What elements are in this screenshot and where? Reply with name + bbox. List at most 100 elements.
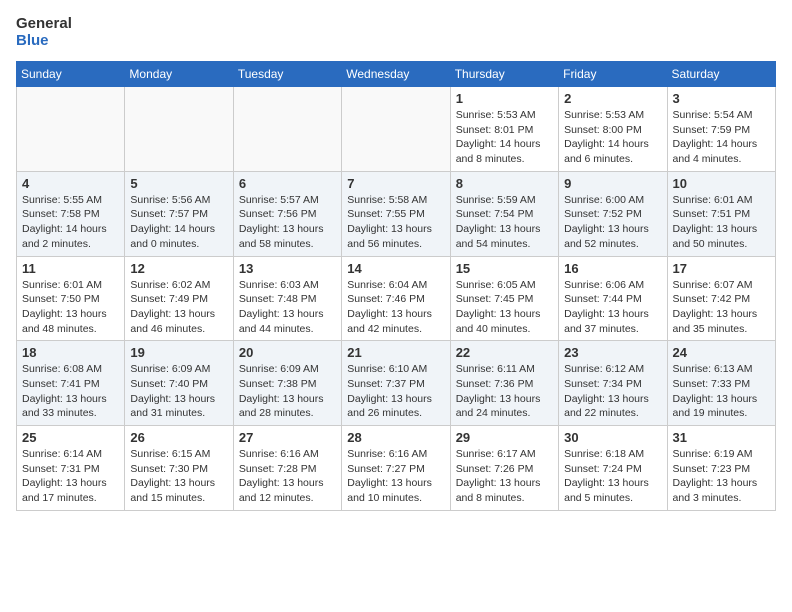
day-number: 27 xyxy=(239,430,336,445)
weekday-header-row: SundayMondayTuesdayWednesdayThursdayFrid… xyxy=(17,62,776,87)
calendar-day-29: 29 Sunrise: 6:17 AM Sunset: 7:26 PM Dayli… xyxy=(450,426,558,511)
day-info: Sunrise: 5:54 AM Sunset: 7:59 PM Dayligh… xyxy=(673,108,770,167)
logo-general: General xyxy=(16,16,72,33)
day-number: 13 xyxy=(239,261,336,276)
day-number: 30 xyxy=(564,430,661,445)
day-number: 8 xyxy=(456,176,553,191)
calendar-week-5: 25 Sunrise: 6:14 AM Sunset: 7:31 PM Dayli… xyxy=(17,426,776,511)
day-info: Sunrise: 5:56 AM Sunset: 7:57 PM Dayligh… xyxy=(130,193,227,252)
calendar-day-24: 24Sunrise: 6:13 AM Sunset: 7:33 PM Dayli… xyxy=(667,341,775,426)
calendar-day-25: 25 Sunrise: 6:14 AM Sunset: 7:31 PM Dayli… xyxy=(17,426,125,511)
calendar-day-11: 11 Sunrise: 6:01 AM Sunset: 7:50 PM Dayli… xyxy=(17,256,125,341)
day-info: Sunrise: 6:19 AM Sunset: 7:23 PM Dayligh… xyxy=(673,447,770,506)
day-number: 21 xyxy=(347,345,444,360)
calendar-day-9: 9 Sunrise: 6:00 AM Sunset: 7:52 PM Daylig… xyxy=(559,171,667,256)
day-info: Sunrise: 6:15 AM Sunset: 7:30 PM Dayligh… xyxy=(130,447,227,506)
day-info: Sunrise: 6:00 AM Sunset: 7:52 PM Dayligh… xyxy=(564,193,661,252)
day-info: Sunrise: 5:53 AM Sunset: 8:01 PM Dayligh… xyxy=(456,108,553,167)
day-info: Sunrise: 6:13 AM Sunset: 7:33 PM Dayligh… xyxy=(673,362,770,421)
day-number: 1 xyxy=(456,91,553,106)
calendar-day-19: 19 Sunrise: 6:09 AM Sunset: 7:40 PM Dayli… xyxy=(125,341,233,426)
calendar-day-16: 16Sunrise: 6:06 AM Sunset: 7:44 PM Dayli… xyxy=(559,256,667,341)
calendar-empty xyxy=(125,87,233,172)
day-info: Sunrise: 6:01 AM Sunset: 7:50 PM Dayligh… xyxy=(22,278,119,337)
calendar-empty xyxy=(233,87,341,172)
day-number: 7 xyxy=(347,176,444,191)
day-number: 18 xyxy=(22,345,119,360)
logo-blue: Blue xyxy=(16,33,72,50)
day-info: Sunrise: 6:14 AM Sunset: 7:31 PM Dayligh… xyxy=(22,447,119,506)
calendar-day-31: 31 Sunrise: 6:19 AM Sunset: 7:23 PM Dayli… xyxy=(667,426,775,511)
day-info: Sunrise: 6:16 AM Sunset: 7:27 PM Dayligh… xyxy=(347,447,444,506)
calendar-day-1: 1 Sunrise: 5:53 AM Sunset: 8:01 PM Daylig… xyxy=(450,87,558,172)
day-info: Sunrise: 6:16 AM Sunset: 7:28 PM Dayligh… xyxy=(239,447,336,506)
calendar-day-6: 6 Sunrise: 5:57 AM Sunset: 7:56 PM Daylig… xyxy=(233,171,341,256)
day-number: 31 xyxy=(673,430,770,445)
weekday-header-friday: Friday xyxy=(559,62,667,87)
day-number: 12 xyxy=(130,261,227,276)
day-info: Sunrise: 6:01 AM Sunset: 7:51 PM Dayligh… xyxy=(673,193,770,252)
day-info: Sunrise: 6:10 AM Sunset: 7:37 PM Dayligh… xyxy=(347,362,444,421)
day-number: 28 xyxy=(347,430,444,445)
calendar-day-7: 7 Sunrise: 5:58 AM Sunset: 7:55 PM Daylig… xyxy=(342,171,450,256)
weekday-header-tuesday: Tuesday xyxy=(233,62,341,87)
day-number: 2 xyxy=(564,91,661,106)
calendar-day-27: 27 Sunrise: 6:16 AM Sunset: 7:28 PM Dayli… xyxy=(233,426,341,511)
weekday-header-monday: Monday xyxy=(125,62,233,87)
day-info: Sunrise: 6:03 AM Sunset: 7:48 PM Dayligh… xyxy=(239,278,336,337)
day-number: 26 xyxy=(130,430,227,445)
day-info: Sunrise: 6:18 AM Sunset: 7:24 PM Dayligh… xyxy=(564,447,661,506)
day-info: Sunrise: 6:06 AM Sunset: 7:44 PM Dayligh… xyxy=(564,278,661,337)
day-number: 15 xyxy=(456,261,553,276)
day-number: 25 xyxy=(22,430,119,445)
calendar-day-4: 4 Sunrise: 5:55 AM Sunset: 7:58 PM Daylig… xyxy=(17,171,125,256)
day-number: 22 xyxy=(456,345,553,360)
calendar-empty xyxy=(17,87,125,172)
day-info: Sunrise: 6:17 AM Sunset: 7:26 PM Dayligh… xyxy=(456,447,553,506)
day-info: Sunrise: 5:58 AM Sunset: 7:55 PM Dayligh… xyxy=(347,193,444,252)
day-number: 9 xyxy=(564,176,661,191)
calendar-week-2: 4 Sunrise: 5:55 AM Sunset: 7:58 PM Daylig… xyxy=(17,171,776,256)
day-info: Sunrise: 6:12 AM Sunset: 7:34 PM Dayligh… xyxy=(564,362,661,421)
day-number: 10 xyxy=(673,176,770,191)
day-info: Sunrise: 6:09 AM Sunset: 7:38 PM Dayligh… xyxy=(239,362,336,421)
day-info: Sunrise: 5:53 AM Sunset: 8:00 PM Dayligh… xyxy=(564,108,661,167)
day-info: Sunrise: 6:07 AM Sunset: 7:42 PM Dayligh… xyxy=(673,278,770,337)
weekday-header-saturday: Saturday xyxy=(667,62,775,87)
day-number: 20 xyxy=(239,345,336,360)
day-number: 19 xyxy=(130,345,227,360)
calendar-day-15: 15 Sunrise: 6:05 AM Sunset: 7:45 PM Dayli… xyxy=(450,256,558,341)
day-info: Sunrise: 5:59 AM Sunset: 7:54 PM Dayligh… xyxy=(456,193,553,252)
day-info: Sunrise: 5:55 AM Sunset: 7:58 PM Dayligh… xyxy=(22,193,119,252)
page-header: General Blue General Blue xyxy=(16,16,776,49)
day-number: 11 xyxy=(22,261,119,276)
calendar-day-3: 3Sunrise: 5:54 AM Sunset: 7:59 PM Daylig… xyxy=(667,87,775,172)
day-info: Sunrise: 5:57 AM Sunset: 7:56 PM Dayligh… xyxy=(239,193,336,252)
weekday-header-sunday: Sunday xyxy=(17,62,125,87)
calendar-day-14: 14Sunrise: 6:04 AM Sunset: 7:46 PM Dayli… xyxy=(342,256,450,341)
calendar-day-8: 8 Sunrise: 5:59 AM Sunset: 7:54 PM Daylig… xyxy=(450,171,558,256)
day-info: Sunrise: 6:09 AM Sunset: 7:40 PM Dayligh… xyxy=(130,362,227,421)
calendar-day-21: 21 Sunrise: 6:10 AM Sunset: 7:37 PM Dayli… xyxy=(342,341,450,426)
calendar-day-18: 18 Sunrise: 6:08 AM Sunset: 7:41 PM Dayli… xyxy=(17,341,125,426)
day-number: 29 xyxy=(456,430,553,445)
calendar-week-1: 1 Sunrise: 5:53 AM Sunset: 8:01 PM Daylig… xyxy=(17,87,776,172)
calendar-day-10: 10 Sunrise: 6:01 AM Sunset: 7:51 PM Dayli… xyxy=(667,171,775,256)
weekday-header-wednesday: Wednesday xyxy=(342,62,450,87)
day-number: 4 xyxy=(22,176,119,191)
day-info: Sunrise: 6:08 AM Sunset: 7:41 PM Dayligh… xyxy=(22,362,119,421)
calendar-empty xyxy=(342,87,450,172)
calendar-day-26: 26 Sunrise: 6:15 AM Sunset: 7:30 PM Dayli… xyxy=(125,426,233,511)
day-number: 5 xyxy=(130,176,227,191)
weekday-header-thursday: Thursday xyxy=(450,62,558,87)
calendar-day-28: 28 Sunrise: 6:16 AM Sunset: 7:27 PM Dayli… xyxy=(342,426,450,511)
day-info: Sunrise: 6:02 AM Sunset: 7:49 PM Dayligh… xyxy=(130,278,227,337)
day-number: 14 xyxy=(347,261,444,276)
calendar-day-23: 23Sunrise: 6:12 AM Sunset: 7:34 PM Dayli… xyxy=(559,341,667,426)
calendar-week-4: 18 Sunrise: 6:08 AM Sunset: 7:41 PM Dayli… xyxy=(17,341,776,426)
calendar-day-22: 22Sunrise: 6:11 AM Sunset: 7:36 PM Dayli… xyxy=(450,341,558,426)
calendar-day-17: 17Sunrise: 6:07 AM Sunset: 7:42 PM Dayli… xyxy=(667,256,775,341)
calendar-day-5: 5 Sunrise: 5:56 AM Sunset: 7:57 PM Daylig… xyxy=(125,171,233,256)
day-number: 6 xyxy=(239,176,336,191)
day-info: Sunrise: 6:05 AM Sunset: 7:45 PM Dayligh… xyxy=(456,278,553,337)
